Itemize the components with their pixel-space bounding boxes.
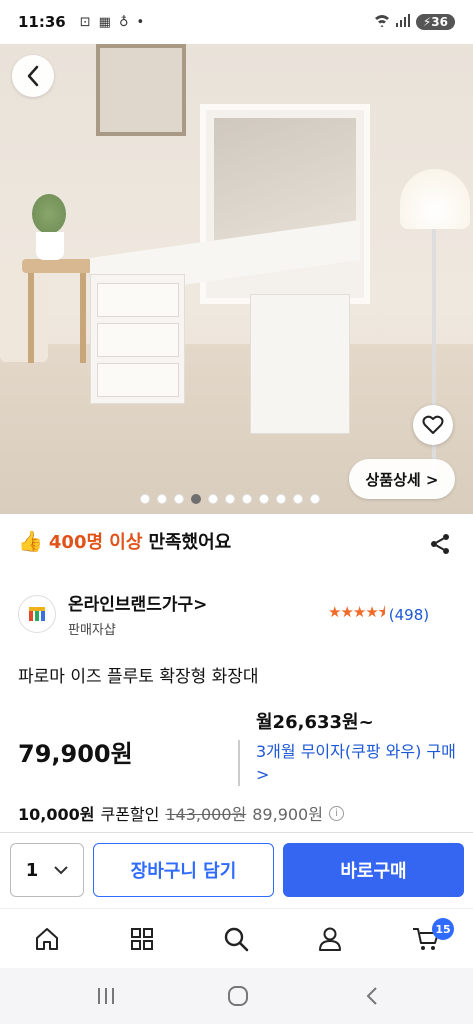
- carousel-dot[interactable]: [225, 494, 235, 504]
- gallery-icon: ▦: [98, 14, 111, 30]
- satisfaction-count: 400명 이상: [48, 532, 143, 553]
- person-icon: [319, 927, 341, 951]
- carousel-dot[interactable]: [242, 494, 252, 504]
- carousel-dot[interactable]: [140, 494, 150, 504]
- star-rating-icon: ★★★★⯨: [328, 603, 386, 621]
- add-to-cart-button[interactable]: 장바구니 담기: [93, 843, 274, 897]
- image-carousel-dots: [140, 494, 320, 504]
- info-icon[interactable]: i: [328, 805, 344, 821]
- buy-now-button[interactable]: 바로구매: [283, 843, 464, 897]
- category-tab[interactable]: [126, 923, 158, 955]
- back-arrow-icon: [366, 987, 377, 1005]
- coupon-label: 쿠폰할인: [100, 805, 160, 824]
- carousel-dot[interactable]: [157, 494, 167, 504]
- recent-apps-button[interactable]: [94, 984, 118, 1008]
- bottom-tab-bar: [0, 908, 473, 968]
- carousel-dot[interactable]: [310, 494, 320, 504]
- quantity-select[interactable]: 1: [10, 843, 84, 897]
- dot-icon: •: [136, 14, 145, 30]
- satisfaction-banner: 👍 400명 이상 만족했어요: [18, 528, 231, 554]
- my-page-tab[interactable]: [314, 923, 346, 955]
- coupon-discount-row: 10,000원 쿠폰할인 143,000원 89,900원 i: [18, 801, 344, 825]
- thumbs-up-icon: 👍: [18, 529, 43, 553]
- back-nav-button[interactable]: [360, 984, 384, 1008]
- carousel-dot[interactable]: [208, 494, 218, 504]
- product-title: 파로마 이즈 플루토 확장형 화장대: [18, 667, 259, 687]
- wifi-icon: [374, 14, 390, 30]
- product-price: 79,900원: [18, 740, 133, 768]
- home-button[interactable]: [226, 984, 250, 1008]
- share-icon[interactable]: [428, 532, 452, 556]
- carousel-dot[interactable]: [191, 494, 201, 504]
- carousel-dot[interactable]: [259, 494, 269, 504]
- signal-icon: [395, 14, 410, 30]
- wishlist-button[interactable]: [413, 405, 453, 445]
- product-detail-button[interactable]: 상품상세 >: [349, 459, 455, 499]
- installment-info: 월26,633원~ 3개월 무이자(쿠팡 와우) 구매 >: [238, 708, 458, 786]
- status-time: 11:36: [18, 13, 66, 31]
- search-tab[interactable]: [220, 923, 252, 955]
- grid-icon: [131, 928, 153, 950]
- vanity-drawers: [90, 274, 185, 404]
- carousel-dot[interactable]: [276, 494, 286, 504]
- home-tab[interactable]: [31, 923, 63, 955]
- monthly-price: 월26,633원~: [256, 712, 374, 733]
- rating[interactable]: ★★★★⯨ (498): [328, 602, 429, 627]
- chevron-left-icon: [27, 65, 39, 87]
- product-image[interactable]: [0, 44, 473, 514]
- status-bar: 11:36 ⊡ ▦ ♁ • ⚡36: [0, 0, 473, 44]
- coupon-amount: 10,000원: [18, 805, 95, 824]
- chevron-down-icon: [54, 865, 68, 874]
- home-icon: [36, 928, 58, 950]
- seller-name[interactable]: 온라인브랜드가구>: [68, 590, 207, 615]
- app-icon: ♁: [118, 14, 129, 30]
- seller-logo: [18, 595, 56, 633]
- satisfaction-text: 만족했어요: [148, 532, 232, 553]
- search-icon: [224, 927, 249, 952]
- seller-subtitle: 판매자샵: [68, 623, 116, 638]
- purchase-action-bar: 1 장바구니 담기 바로구매: [0, 832, 473, 908]
- carousel-dot[interactable]: [293, 494, 303, 504]
- carousel-dot[interactable]: [174, 494, 184, 504]
- seller-info[interactable]: 온라인브랜드가구> 판매자샵: [18, 590, 207, 638]
- system-nav-bar: [0, 968, 473, 1024]
- recent-apps-icon: [98, 988, 114, 1004]
- review-count[interactable]: (498): [389, 606, 429, 624]
- back-button[interactable]: [12, 55, 54, 97]
- cart-count-badge: 15: [432, 918, 454, 940]
- wall-frame-decor: [96, 44, 186, 136]
- floor-lamp: [400, 169, 470, 229]
- installment-link[interactable]: 3개월 무이자(쿠팡 와우) 구매 >: [238, 740, 458, 786]
- quantity-value: 1: [25, 859, 39, 881]
- original-price: 143,000원: [165, 805, 247, 824]
- battery-indicator: ⚡36: [415, 14, 455, 30]
- vanity-cabinet: [250, 294, 350, 434]
- heart-icon: [422, 415, 444, 434]
- final-price: 89,900원: [252, 805, 323, 824]
- screenshot-icon: ⊡: [79, 14, 91, 30]
- home-circle-icon: [228, 986, 248, 1006]
